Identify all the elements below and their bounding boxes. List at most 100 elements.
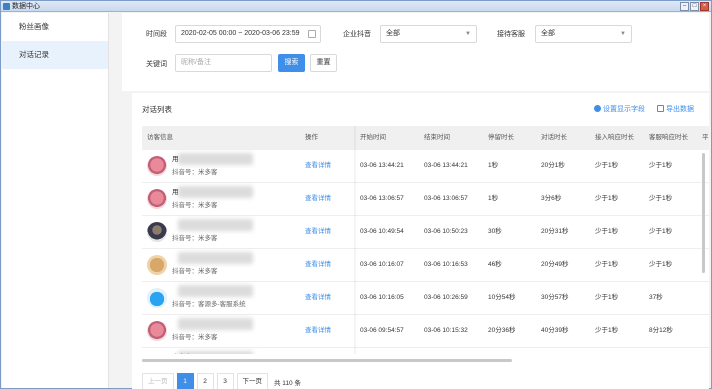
column-header: 平 — [702, 134, 709, 141]
column-header: 访客信息 — [147, 134, 173, 141]
avatar — [147, 288, 167, 308]
visitor-name: 用 — [172, 189, 179, 196]
cell-dialog: 20分1秒 — [541, 162, 565, 169]
view-detail-link[interactable]: 查看详情 — [305, 150, 331, 182]
visitor-name: 米多客 — [172, 353, 192, 354]
avatar — [147, 156, 167, 176]
chevron-down-icon: ▼ — [620, 31, 626, 37]
sidebar-item-chat-records[interactable]: 对话记录 — [2, 41, 108, 69]
chat-list-panel: 对话列表 设置显示字段 导出数据 访客信息 操作 开始时间 结束时间 停留时长 … — [132, 93, 709, 389]
view-detail-link[interactable]: 查看详情 — [305, 249, 331, 281]
agent-select-value: 全部 — [541, 30, 555, 37]
window-title: 数据中心 — [12, 3, 40, 10]
title-bar: 数据中心 – □ × — [1, 1, 711, 12]
search-button[interactable]: 搜索 — [278, 54, 305, 72]
column-header: 停留时长 — [488, 134, 514, 141]
cell-end: 03-06 10:50:23 — [424, 228, 468, 235]
view-detail-link[interactable]: 查看详情 — [305, 183, 331, 215]
export-data-link[interactable]: 导出数据 — [657, 104, 694, 114]
vertical-scrollbar[interactable] — [702, 153, 705, 273]
visitor-account: 抖音号：米多客 — [172, 202, 218, 209]
app-icon — [3, 3, 10, 10]
total-count: 共 110 条 — [274, 379, 301, 387]
sidebar: 粉丝画像 对话记录 — [2, 13, 109, 388]
column-header: 开始时间 — [360, 134, 386, 141]
keyword-label: 关键词 — [146, 61, 167, 68]
cell-access: 少于1秒 — [595, 294, 619, 301]
cell-stay: 1秒 — [488, 195, 499, 202]
keyword-input[interactable]: 昵称/备注 — [175, 54, 272, 72]
table-row: 抖音号：米多客 查看详情 03-06 10:16:07 03-06 10:16:53 4… — [142, 249, 709, 282]
time-range-picker[interactable]: 2020-02-05 00:00 ~ 2020-03-06 23:59 — [175, 25, 321, 43]
window-controls: – □ × — [680, 2, 709, 11]
redacted-name-blur — [178, 153, 253, 165]
cell-stay: 20分36秒 — [488, 327, 516, 334]
cell-access: 少于1秒 — [595, 195, 619, 202]
visitor-account: 抖音号：客源多-客服系统 — [172, 301, 246, 308]
table-row: 用抖音号：米多客 查看详情 03-06 13:06:57 03-06 13:06:57… — [142, 183, 709, 216]
cell-end: 03-06 13:06:57 — [424, 195, 468, 202]
visitor-account: 抖音号：米多客 — [172, 334, 218, 341]
prev-page-button[interactable]: 上一页 — [142, 373, 174, 389]
fixed-column-shadow — [354, 126, 357, 354]
cell-end: 03-06 13:44:21 — [424, 162, 468, 169]
avatar — [147, 255, 167, 275]
column-header: 对话时长 — [541, 134, 567, 141]
chevron-down-icon: ▼ — [465, 31, 471, 37]
cell-reply: 少于1秒 — [649, 162, 673, 169]
column-header: 客服响应时长 — [649, 134, 688, 141]
visitor-name: 用 — [172, 156, 179, 163]
cell-access: 少于1秒 — [595, 162, 619, 169]
view-detail-link[interactable]: 查看详情 — [305, 216, 331, 248]
cell-stay: 30秒 — [488, 228, 502, 235]
cell-reply: 8分12秒 — [649, 327, 673, 334]
close-button[interactable]: × — [700, 2, 709, 11]
agent-select[interactable]: 全部 ▼ — [535, 25, 632, 43]
redacted-name-blur — [178, 318, 253, 330]
keyword-placeholder: 昵称/备注 — [181, 59, 211, 66]
view-detail-link[interactable]: 查看详情 — [305, 315, 331, 347]
cell-reply: 少于1秒 — [649, 228, 673, 235]
next-page-button[interactable]: 下一页 — [236, 373, 268, 389]
cell-access: 少于1秒 — [595, 327, 619, 334]
avatar — [147, 189, 167, 209]
chat-table: 访客信息 操作 开始时间 结束时间 停留时长 对话时长 接入响应时长 客服响应时… — [142, 126, 709, 354]
sidebar-item-fans[interactable]: 粉丝画像 — [2, 13, 108, 41]
filter-panel: 时间段 2020-02-05 00:00 ~ 2020-03-06 23:59 … — [122, 13, 709, 91]
table-row: 米多客 — [142, 348, 709, 354]
settings-fields-link[interactable]: 设置显示字段 — [594, 104, 645, 114]
maximize-button[interactable]: □ — [690, 2, 699, 11]
cell-reply: 少于1秒 — [649, 195, 673, 202]
minimize-button[interactable]: – — [680, 2, 689, 11]
cell-start: 03-06 10:49:54 — [360, 228, 404, 235]
cell-dialog: 20分31秒 — [541, 228, 569, 235]
column-header: 操作 — [305, 134, 318, 141]
account-select-value: 全部 — [386, 30, 400, 37]
column-header: 结束时间 — [424, 134, 450, 141]
cell-start: 03-06 13:44:21 — [360, 162, 404, 169]
view-detail-link[interactable]: 查看详情 — [305, 282, 331, 314]
cell-end: 03-06 10:15:32 — [424, 327, 468, 334]
pagination: 上一页 1 2 3 下一页 共 110 条 — [142, 373, 301, 389]
cell-start: 03-06 09:54:57 — [360, 327, 404, 334]
page-button[interactable]: 3 — [216, 373, 234, 389]
cell-dialog: 40分39秒 — [541, 327, 569, 334]
cell-dialog: 30分57秒 — [541, 294, 569, 301]
time-range-label: 时间段 — [146, 31, 167, 38]
export-data-label: 导出数据 — [666, 106, 694, 113]
cell-access: 少于1秒 — [595, 228, 619, 235]
cell-dialog: 20分49秒 — [541, 261, 569, 268]
reset-button[interactable]: 重置 — [310, 54, 337, 72]
horizontal-scrollbar[interactable] — [142, 359, 512, 362]
export-icon — [657, 105, 664, 112]
gear-icon — [594, 105, 601, 112]
cell-start: 03-06 10:16:07 — [360, 261, 404, 268]
redacted-name-blur — [178, 219, 253, 231]
avatar — [147, 222, 167, 242]
cell-end: 03-06 10:16:53 — [424, 261, 468, 268]
account-select[interactable]: 全部 ▼ — [380, 25, 477, 43]
cell-reply: 37秒 — [649, 294, 663, 301]
page-button[interactable]: 2 — [196, 373, 214, 389]
page-button[interactable]: 1 — [176, 373, 194, 389]
panel-title: 对话列表 — [142, 105, 172, 114]
